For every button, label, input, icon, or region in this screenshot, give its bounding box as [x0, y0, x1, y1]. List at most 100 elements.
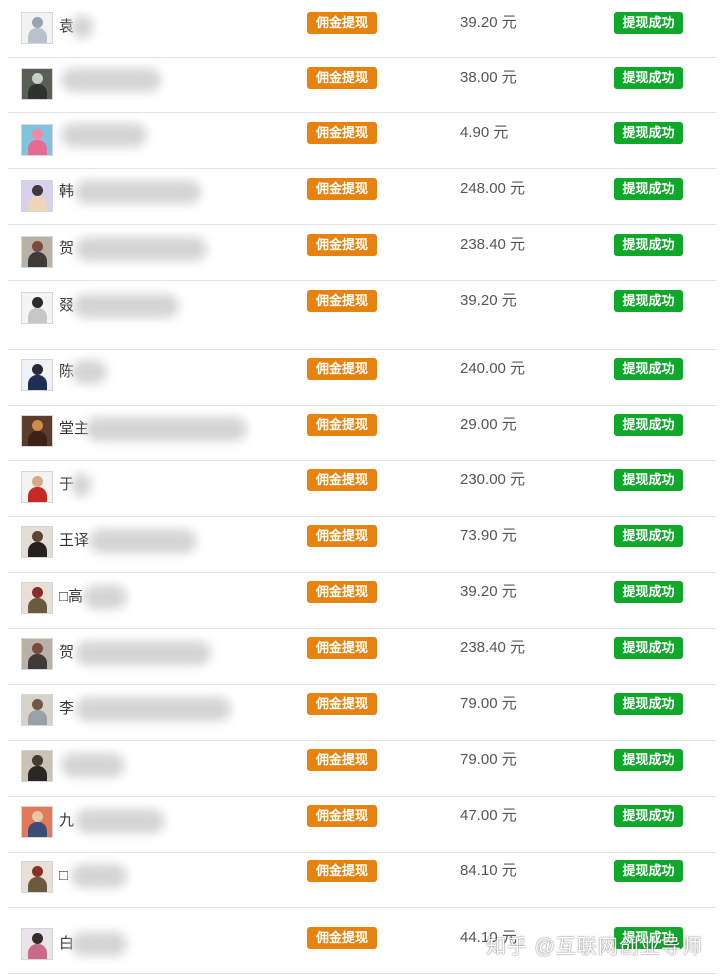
withdrawal-amount: 230.00 元 — [460, 471, 526, 488]
commission-withdrawal-tag: 佣金提现 — [307, 927, 377, 949]
name-blur-mask — [61, 68, 161, 92]
user-name: 贺 — [59, 641, 239, 665]
user-name: 李 — [59, 697, 239, 721]
user-avatar-icon — [21, 68, 53, 100]
withdrawal-amount: 248.00 元 — [460, 180, 526, 197]
withdrawal-status-badge: 提现成功 — [614, 67, 683, 89]
withdrawal-amount: 39.20 元 — [460, 292, 517, 309]
user-name: 于 — [59, 473, 239, 497]
withdrawal-row: 佣金提现 79.00 元 提现成功 — [8, 740, 716, 797]
withdrawal-amount: 73.90 元 — [460, 527, 517, 544]
withdrawal-status-badge: 提现成功 — [614, 178, 683, 200]
withdrawal-amount: 47.00 元 — [460, 807, 517, 824]
user-avatar-icon — [21, 292, 53, 324]
withdrawal-row: 陈 佣金提现 240.00 元 提现成功 — [8, 349, 716, 406]
withdrawal-status-badge: 提现成功 — [614, 581, 683, 603]
withdrawal-amount: 29.00 元 — [460, 416, 517, 433]
name-blur-mask — [83, 585, 127, 609]
user-avatar-icon — [21, 471, 53, 503]
commission-withdrawal-tag: 佣金提现 — [307, 358, 377, 380]
withdrawal-status-badge: 提现成功 — [614, 637, 683, 659]
user-avatar-icon — [21, 359, 53, 391]
withdrawal-row: 佣金提现 38.00 元 提现成功 — [8, 57, 716, 113]
withdrawal-row: 李 佣金提现 79.00 元 提现成功 — [8, 684, 716, 741]
withdrawal-amount: 79.00 元 — [460, 751, 517, 768]
commission-withdrawal-tag: 佣金提现 — [307, 749, 377, 771]
commission-withdrawal-tag: 佣金提现 — [307, 860, 377, 882]
name-blur-mask — [71, 473, 91, 497]
withdrawal-amount: 38.00 元 — [460, 69, 517, 86]
name-blur-mask — [75, 641, 211, 665]
name-blur-mask — [75, 809, 165, 833]
name-blur-mask — [71, 864, 127, 888]
withdrawal-status-badge: 提现成功 — [614, 805, 683, 827]
withdrawal-row: 贺 佣金提现 238.40 元 提现成功 — [8, 224, 716, 281]
user-avatar-icon — [21, 236, 53, 268]
withdrawal-amount: 84.10 元 — [460, 862, 517, 879]
withdrawal-row: 堂主 佣金提现 29.00 元 提现成功 — [8, 405, 716, 461]
withdrawal-row: 叕 佣金提现 39.20 元 提现成功 — [8, 280, 716, 350]
name-blur-mask — [89, 529, 197, 553]
commission-withdrawal-tag: 佣金提现 — [307, 12, 377, 34]
user-avatar-icon — [21, 180, 53, 212]
name-blur-mask — [61, 123, 147, 147]
user-avatar-icon — [21, 694, 53, 726]
commission-withdrawal-tag: 佣金提现 — [307, 693, 377, 715]
user-name: 王译 — [59, 529, 239, 553]
commission-withdrawal-tag: 佣金提现 — [307, 525, 377, 547]
zhihu-watermark: 知乎 @互联网创业导师 — [486, 936, 703, 958]
withdrawal-status-badge: 提现成功 — [614, 234, 683, 256]
commission-withdrawal-tag: 佣金提现 — [307, 234, 377, 256]
withdrawal-amount: 39.20 元 — [460, 14, 517, 31]
user-name: 袁 — [59, 15, 239, 39]
commission-withdrawal-tag: 佣金提现 — [307, 637, 377, 659]
name-blur-mask — [61, 753, 125, 777]
user-name: 叕 — [59, 294, 239, 318]
commission-withdrawal-tag: 佣金提现 — [307, 469, 377, 491]
user-name: 贺 — [59, 237, 239, 261]
user-avatar-icon — [21, 12, 53, 44]
user-name: □ — [59, 864, 239, 888]
withdrawal-amount: 4.90 元 — [460, 124, 509, 141]
withdrawal-row: 王译 佣金提现 73.90 元 提现成功 — [8, 516, 716, 573]
name-blur-mask — [75, 237, 207, 261]
withdrawal-row: □高 佣金提现 39.20 元 提现成功 — [8, 572, 716, 629]
user-name: 堂主 — [59, 417, 247, 441]
user-avatar-icon — [21, 124, 53, 156]
withdrawal-status-badge: 提现成功 — [614, 290, 683, 312]
withdrawal-status-badge: 提现成功 — [614, 358, 683, 380]
withdrawal-status-badge: 提现成功 — [614, 693, 683, 715]
withdrawal-row: 袁 佣金提现 39.20 元 提现成功 — [8, 0, 716, 58]
name-blur-mask — [75, 697, 231, 721]
user-name — [59, 753, 239, 777]
withdrawal-row: 于 佣金提现 230.00 元 提现成功 — [8, 460, 716, 517]
withdrawal-status-badge: 提现成功 — [614, 469, 683, 491]
commission-withdrawal-tag: 佣金提现 — [307, 290, 377, 312]
name-blur-mask — [75, 180, 201, 204]
withdrawal-status-badge: 提现成功 — [614, 860, 683, 882]
name-blur-mask — [71, 932, 127, 956]
user-avatar-icon — [21, 861, 53, 893]
user-avatar-icon — [21, 526, 53, 558]
withdrawal-amount: 240.00 元 — [460, 360, 526, 377]
user-avatar-icon — [21, 638, 53, 670]
commission-withdrawal-tag: 佣金提现 — [307, 122, 377, 144]
withdrawal-row: 佣金提现 4.90 元 提现成功 — [8, 112, 716, 169]
user-name — [59, 123, 239, 147]
withdrawal-row: 韩 佣金提现 248.00 元 提现成功 — [8, 168, 716, 225]
withdrawal-amount: 79.00 元 — [460, 695, 517, 712]
withdrawal-amount: 238.40 元 — [460, 236, 526, 253]
user-name: □高 — [59, 585, 239, 609]
withdrawal-status-badge: 提现成功 — [614, 122, 683, 144]
withdrawal-row: 贺 佣金提现 238.40 元 提现成功 — [8, 628, 716, 685]
user-name: 韩 — [59, 180, 239, 204]
withdrawal-status-badge: 提现成功 — [614, 525, 683, 547]
name-blur-mask — [85, 417, 247, 441]
withdrawal-status-badge: 提现成功 — [614, 749, 683, 771]
withdrawal-amount: 238.40 元 — [460, 639, 526, 656]
user-avatar-icon — [21, 582, 53, 614]
user-name — [59, 68, 239, 92]
user-avatar-icon — [21, 415, 53, 447]
withdrawal-status-badge: 提现成功 — [614, 12, 683, 34]
withdrawal-row: □ 佣金提现 84.10 元 提现成功 — [8, 852, 716, 908]
